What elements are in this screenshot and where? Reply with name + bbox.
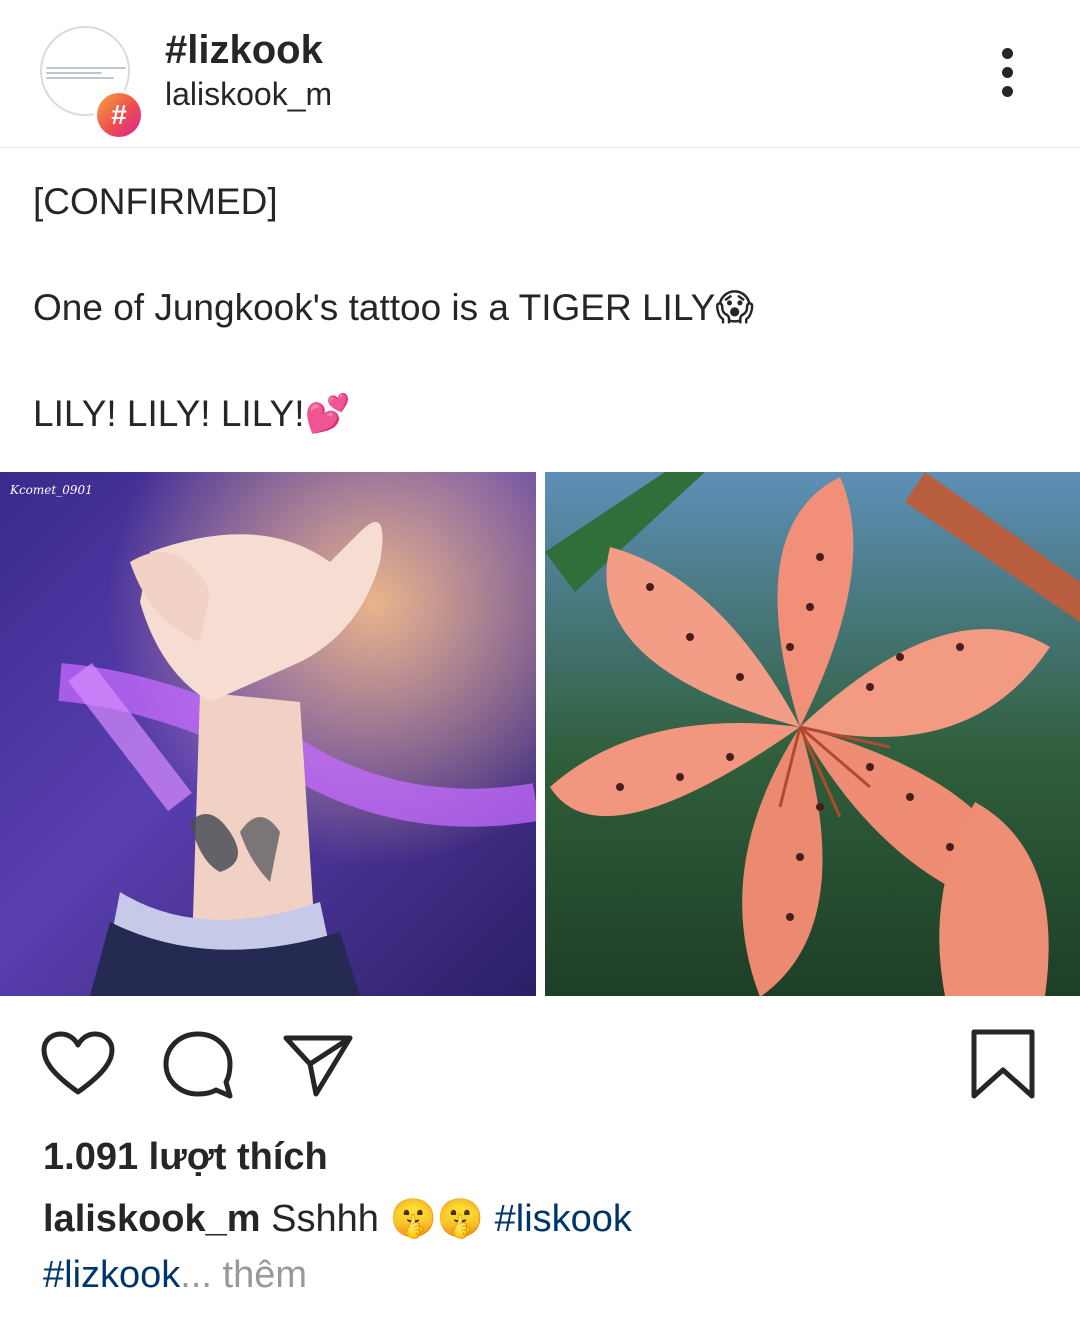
caption-line-3: LILY! LILY! LILY!💕	[33, 392, 351, 435]
author-username[interactable]: laliskook_m	[165, 76, 332, 113]
hashtag-liskook[interactable]: #liskook	[495, 1198, 632, 1240]
tiger-lily-photo	[545, 472, 1080, 996]
likes-count[interactable]: 1.091 lượt thích	[43, 1136, 328, 1179]
caption-line-1: [CONFIRMED]	[33, 181, 278, 222]
comment-icon[interactable]	[162, 1030, 234, 1105]
hashtag-badge-icon: #	[94, 90, 144, 140]
more-options-icon[interactable]	[990, 46, 1026, 98]
post-caption: laliskook_m Sshhh 🤫🤫 #liskook	[43, 1196, 632, 1241]
heart-icon[interactable]	[40, 1030, 116, 1103]
hashtag-lizkook[interactable]: #lizkook	[43, 1254, 180, 1296]
bookmark-icon[interactable]	[970, 1028, 1036, 1105]
more-link[interactable]: thêm	[223, 1254, 307, 1296]
caption-line-2: One of Jungkook's tattoo is a TIGER LILY…	[33, 286, 754, 329]
caption-username[interactable]: laliskook_m	[43, 1198, 261, 1240]
scream-emoji: 😱	[715, 286, 754, 329]
action-bar	[0, 1020, 1080, 1110]
shush-emoji: 🤫🤫	[389, 1196, 485, 1240]
tattoo-photo: Kcomet_0901	[0, 472, 536, 996]
post-header: # #lizkook laliskook_m	[0, 0, 1080, 148]
post-caption-line-2: #lizkook... thêm	[43, 1254, 307, 1297]
caption-text: Sshhh	[271, 1198, 379, 1240]
post-images[interactable]: Kcomet_0901	[0, 472, 1080, 996]
ellipsis: ...	[180, 1254, 212, 1296]
watermark: Kcomet_0901	[9, 483, 93, 497]
hashtag-title[interactable]: #lizkook	[165, 28, 323, 73]
send-icon[interactable]	[282, 1032, 354, 1103]
avatar[interactable]: #	[40, 26, 146, 140]
hearts-emoji: 💕	[304, 392, 351, 435]
